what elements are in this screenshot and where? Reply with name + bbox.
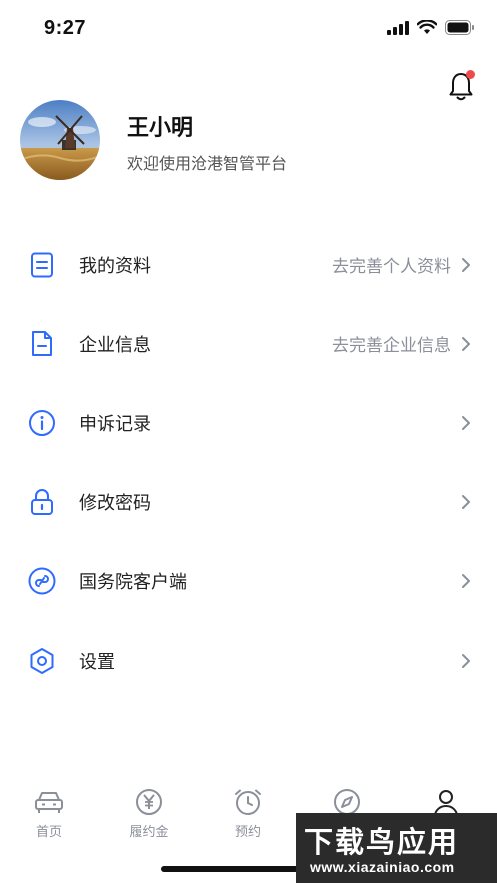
battery-icon [445,20,474,35]
chevron-right-icon [462,495,470,510]
compass-icon [334,789,360,815]
tab-label: 首页 [35,824,62,839]
file-minus-icon [28,330,56,358]
watermark-title: 下载鸟应用 [304,827,460,859]
chevron-right-icon [462,653,470,668]
settings-menu: 我的资料 去完善个人资料 企业信息 去完善企业信息 申诉记录 修改密码 国务院客… [0,225,497,700]
status-time: 9:27 [44,17,87,39]
watermark: 下载鸟应用 www.xiazainiao.com [296,813,497,883]
notification-bell-button[interactable] [446,70,476,102]
notification-badge-dot [466,70,475,79]
menu-item-label: 申诉记录 [79,413,151,434]
menu-item-settings[interactable]: 设置 [0,621,497,700]
lock-icon [28,488,56,516]
profile-header[interactable]: 王小明 欢迎使用沧港智管平台 [20,100,440,182]
menu-item-hint: 去完善企业信息 [332,336,451,356]
tab-label: 履约金 [129,824,169,839]
menu-item-label: 设置 [79,651,115,672]
user-name: 王小明 [127,115,194,140]
chevron-right-icon [462,574,470,589]
menu-item-label: 国务院客户端 [79,572,187,593]
yen-icon [136,789,162,815]
chevron-right-icon [462,415,470,430]
menu-item-change-password[interactable]: 修改密码 [0,463,497,542]
wifi-icon [417,20,437,34]
tab-home[interactable]: 首页 [4,788,94,840]
cellular-signal-icon [387,20,409,35]
menu-item-state-council-client[interactable]: 国务院客户端 [0,542,497,621]
car-icon [35,792,63,813]
tab-appointment[interactable]: 预约 [203,788,293,840]
welcome-subtitle: 欢迎使用沧港智管平台 [127,156,288,173]
avatar[interactable] [20,100,100,180]
tab-label: 预约 [234,824,261,839]
menu-item-hint: 去完善个人资料 [332,257,451,277]
status-bar: 9:27 [0,0,497,62]
menu-item-appeal-records[interactable]: 申诉记录 [0,383,497,462]
watermark-url: www.xiazainiao.com [310,859,455,875]
alarm-clock-icon [235,789,261,815]
tab-deposit[interactable]: 履约金 [104,788,194,840]
info-icon [28,409,56,437]
settings-hexagon-icon [28,647,56,675]
chevron-right-icon [462,257,470,272]
menu-item-my-profile[interactable]: 我的资料 去完善个人资料 [0,225,497,304]
chevron-right-icon [462,336,470,351]
menu-item-label: 我的资料 [79,255,151,276]
menu-item-label: 企业信息 [79,334,151,355]
document-icon [28,251,56,279]
status-icons [387,20,475,35]
menu-item-company-info[interactable]: 企业信息 去完善企业信息 [0,304,497,383]
link-icon [28,567,56,595]
menu-item-label: 修改密码 [79,493,151,514]
